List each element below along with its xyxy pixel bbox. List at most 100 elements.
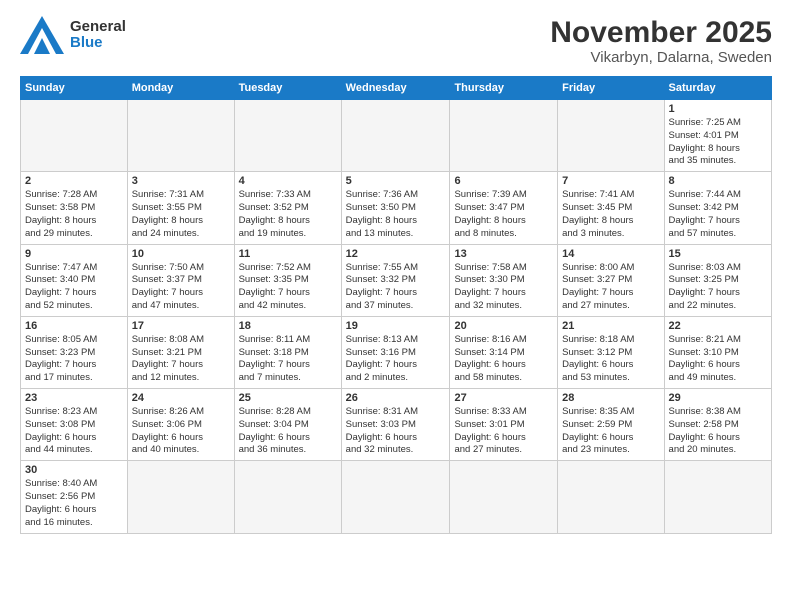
calendar-week-row: 23 Sunrise: 8:23 AM Sunset: 3:08 PM Dayli… (21, 389, 772, 461)
weekday-header-tuesday: Tuesday (234, 77, 341, 100)
calendar-cell: 13 Sunrise: 7:58 AM Sunset: 3:30 PM Dayli… (450, 244, 558, 316)
day-number: 2 (25, 175, 123, 187)
calendar-cell: 22 Sunrise: 8:21 AM Sunset: 3:10 PM Dayli… (664, 316, 771, 388)
day-info: Sunrise: 8:28 AM Sunset: 3:04 PM Dayligh… (239, 406, 337, 457)
calendar-cell (450, 100, 558, 172)
day-info: Sunrise: 7:52 AM Sunset: 3:35 PM Dayligh… (239, 262, 337, 313)
day-info: Sunrise: 8:08 AM Sunset: 3:21 PM Dayligh… (132, 334, 230, 385)
day-number: 8 (669, 175, 767, 187)
calendar-cell (450, 461, 558, 533)
calendar-cell (341, 461, 450, 533)
day-number: 10 (132, 248, 230, 260)
calendar-cell: 28Sunrise: 8:35 AM Sunset: 2:59 PM Dayli… (558, 389, 664, 461)
day-number: 15 (669, 248, 767, 260)
calendar-cell (341, 100, 450, 172)
calendar-cell (558, 461, 664, 533)
day-info: Sunrise: 7:50 AM Sunset: 3:37 PM Dayligh… (132, 262, 230, 313)
calendar-cell: 16 Sunrise: 8:05 AM Sunset: 3:23 PM Dayli… (21, 316, 128, 388)
calendar-cell: 1Sunrise: 7:25 AM Sunset: 4:01 PM Daylig… (664, 100, 771, 172)
day-info: Sunrise: 7:39 AM Sunset: 3:47 PM Dayligh… (454, 189, 553, 240)
day-info: Sunrise: 8:23 AM Sunset: 3:08 PM Dayligh… (25, 406, 123, 457)
logo-text: General Blue (70, 19, 126, 52)
calendar-cell: 6 Sunrise: 7:39 AM Sunset: 3:47 PM Daylig… (450, 172, 558, 244)
day-number: 23 (25, 392, 123, 404)
day-number: 20 (454, 320, 553, 332)
calendar-cell (234, 100, 341, 172)
day-info: Sunrise: 7:44 AM Sunset: 3:42 PM Dayligh… (669, 189, 767, 240)
day-info: Sunrise: 7:33 AM Sunset: 3:52 PM Dayligh… (239, 189, 337, 240)
day-number: 27 (454, 392, 553, 404)
calendar-cell: 26Sunrise: 8:31 AM Sunset: 3:03 PM Dayli… (341, 389, 450, 461)
day-info: Sunrise: 8:05 AM Sunset: 3:23 PM Dayligh… (25, 334, 123, 385)
day-info: Sunrise: 7:58 AM Sunset: 3:30 PM Dayligh… (454, 262, 553, 313)
weekday-header-wednesday: Wednesday (341, 77, 450, 100)
day-number: 29 (669, 392, 767, 404)
day-info: Sunrise: 8:35 AM Sunset: 2:59 PM Dayligh… (562, 406, 659, 457)
weekday-header-row: SundayMondayTuesdayWednesdayThursdayFrid… (21, 77, 772, 100)
title-area: November 2025 Vikarbyn, Dalarna, Sweden (550, 16, 772, 66)
calendar-cell (127, 100, 234, 172)
calendar-cell (127, 461, 234, 533)
page: General Blue November 2025 Vikarbyn, Dal… (0, 0, 792, 612)
calendar-week-row: 1Sunrise: 7:25 AM Sunset: 4:01 PM Daylig… (21, 100, 772, 172)
calendar-cell: 8 Sunrise: 7:44 AM Sunset: 3:42 PM Daylig… (664, 172, 771, 244)
calendar-week-row: 2 Sunrise: 7:28 AM Sunset: 3:58 PM Daylig… (21, 172, 772, 244)
day-info: Sunrise: 7:28 AM Sunset: 3:58 PM Dayligh… (25, 189, 123, 240)
calendar-cell: 25 Sunrise: 8:28 AM Sunset: 3:04 PM Dayli… (234, 389, 341, 461)
day-number: 25 (239, 392, 337, 404)
calendar-cell (558, 100, 664, 172)
logo-general-text: General (70, 19, 126, 36)
day-number: 13 (454, 248, 553, 260)
day-info: Sunrise: 8:21 AM Sunset: 3:10 PM Dayligh… (669, 334, 767, 385)
day-info: Sunrise: 8:26 AM Sunset: 3:06 PM Dayligh… (132, 406, 230, 457)
calendar-cell: 24Sunrise: 8:26 AM Sunset: 3:06 PM Dayli… (127, 389, 234, 461)
weekday-header-monday: Monday (127, 77, 234, 100)
day-number: 17 (132, 320, 230, 332)
day-info: Sunrise: 8:31 AM Sunset: 3:03 PM Dayligh… (346, 406, 446, 457)
day-info: Sunrise: 7:55 AM Sunset: 3:32 PM Dayligh… (346, 262, 446, 313)
day-number: 11 (239, 248, 337, 260)
day-info: Sunrise: 8:38 AM Sunset: 2:58 PM Dayligh… (669, 406, 767, 457)
weekday-header-sunday: Sunday (21, 77, 128, 100)
day-number: 22 (669, 320, 767, 332)
month-title: November 2025 (550, 16, 772, 49)
calendar-cell: 3Sunrise: 7:31 AM Sunset: 3:55 PM Daylig… (127, 172, 234, 244)
calendar-week-row: 9Sunrise: 7:47 AM Sunset: 3:40 PM Daylig… (21, 244, 772, 316)
logo-blue-text: Blue (70, 35, 126, 52)
day-info: Sunrise: 8:11 AM Sunset: 3:18 PM Dayligh… (239, 334, 337, 385)
day-info: Sunrise: 8:33 AM Sunset: 3:01 PM Dayligh… (454, 406, 553, 457)
day-info: Sunrise: 7:36 AM Sunset: 3:50 PM Dayligh… (346, 189, 446, 240)
calendar-cell: 9Sunrise: 7:47 AM Sunset: 3:40 PM Daylig… (21, 244, 128, 316)
calendar-week-row: 16 Sunrise: 8:05 AM Sunset: 3:23 PM Dayli… (21, 316, 772, 388)
calendar-cell: 11 Sunrise: 7:52 AM Sunset: 3:35 PM Dayli… (234, 244, 341, 316)
day-number: 5 (346, 175, 446, 187)
day-info: Sunrise: 7:31 AM Sunset: 3:55 PM Dayligh… (132, 189, 230, 240)
calendar-cell: 19 Sunrise: 8:13 AM Sunset: 3:16 PM Dayli… (341, 316, 450, 388)
calendar-cell: 18Sunrise: 8:11 AM Sunset: 3:18 PM Dayli… (234, 316, 341, 388)
calendar-cell: 12Sunrise: 7:55 AM Sunset: 3:32 PM Dayli… (341, 244, 450, 316)
day-info: Sunrise: 8:18 AM Sunset: 3:12 PM Dayligh… (562, 334, 659, 385)
calendar-cell: 20Sunrise: 8:16 AM Sunset: 3:14 PM Dayli… (450, 316, 558, 388)
calendar-cell: 27 Sunrise: 8:33 AM Sunset: 3:01 PM Dayli… (450, 389, 558, 461)
day-number: 6 (454, 175, 553, 187)
calendar-cell (234, 461, 341, 533)
day-number: 21 (562, 320, 659, 332)
logo: General Blue (20, 16, 126, 54)
calendar-week-row: 30 Sunrise: 8:40 AM Sunset: 2:56 PM Dayli… (21, 461, 772, 533)
logo-icon (20, 16, 64, 54)
day-number: 4 (239, 175, 337, 187)
weekday-header-friday: Friday (558, 77, 664, 100)
day-info: Sunrise: 8:13 AM Sunset: 3:16 PM Dayligh… (346, 334, 446, 385)
day-number: 7 (562, 175, 659, 187)
day-info: Sunrise: 7:41 AM Sunset: 3:45 PM Dayligh… (562, 189, 659, 240)
day-info: Sunrise: 8:40 AM Sunset: 2:56 PM Dayligh… (25, 478, 123, 529)
day-number: 30 (25, 464, 123, 476)
day-number: 1 (669, 103, 767, 115)
day-number: 16 (25, 320, 123, 332)
day-number: 19 (346, 320, 446, 332)
weekday-header-thursday: Thursday (450, 77, 558, 100)
calendar-cell: 10 Sunrise: 7:50 AM Sunset: 3:37 PM Dayli… (127, 244, 234, 316)
calendar-cell: 17 Sunrise: 8:08 AM Sunset: 3:21 PM Dayli… (127, 316, 234, 388)
calendar-cell: 15Sunrise: 8:03 AM Sunset: 3:25 PM Dayli… (664, 244, 771, 316)
calendar-table: SundayMondayTuesdayWednesdayThursdayFrid… (20, 76, 772, 534)
